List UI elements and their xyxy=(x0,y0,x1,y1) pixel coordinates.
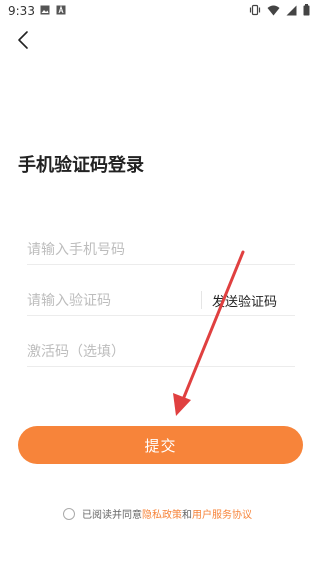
image-icon xyxy=(40,5,50,15)
font-icon xyxy=(56,5,66,15)
status-time: 9:33 xyxy=(8,4,35,18)
page-title: 手机验证码登录 xyxy=(18,155,144,176)
arrow-head xyxy=(173,393,191,416)
code-divider xyxy=(201,291,202,309)
battery-icon xyxy=(303,4,310,16)
back-icon xyxy=(18,31,28,49)
verification-code-input[interactable] xyxy=(27,286,197,315)
agreement-row: 已阅读并同意 隐私政策 和 用户服务协议 xyxy=(63,506,252,521)
phone-input[interactable] xyxy=(27,235,295,264)
activation-code-input[interactable] xyxy=(27,337,295,366)
status-right-icons xyxy=(249,4,310,16)
agreement-checkbox[interactable] xyxy=(63,507,75,520)
arrow-shaft xyxy=(180,250,245,404)
back-button[interactable] xyxy=(12,28,36,52)
submit-label: 提交 xyxy=(144,436,177,455)
signal-icon xyxy=(286,5,297,15)
status-left-icons xyxy=(40,5,66,15)
send-code-button[interactable]: 发送验证码 xyxy=(212,291,277,310)
activation-field xyxy=(27,337,295,367)
agreement-prefix: 已阅读并同意 xyxy=(82,510,142,521)
vibrate-icon xyxy=(249,4,261,16)
privacy-policy-link[interactable]: 隐私政策 xyxy=(142,506,182,521)
submit-button[interactable]: 提交 xyxy=(18,426,303,464)
phone-field xyxy=(27,235,295,265)
status-bar: 9:33 xyxy=(0,0,320,24)
agreement-and: 和 xyxy=(182,510,192,521)
annotation-arrow xyxy=(173,250,245,416)
wifi-icon xyxy=(267,5,280,15)
terms-link[interactable]: 用户服务协议 xyxy=(192,506,252,521)
